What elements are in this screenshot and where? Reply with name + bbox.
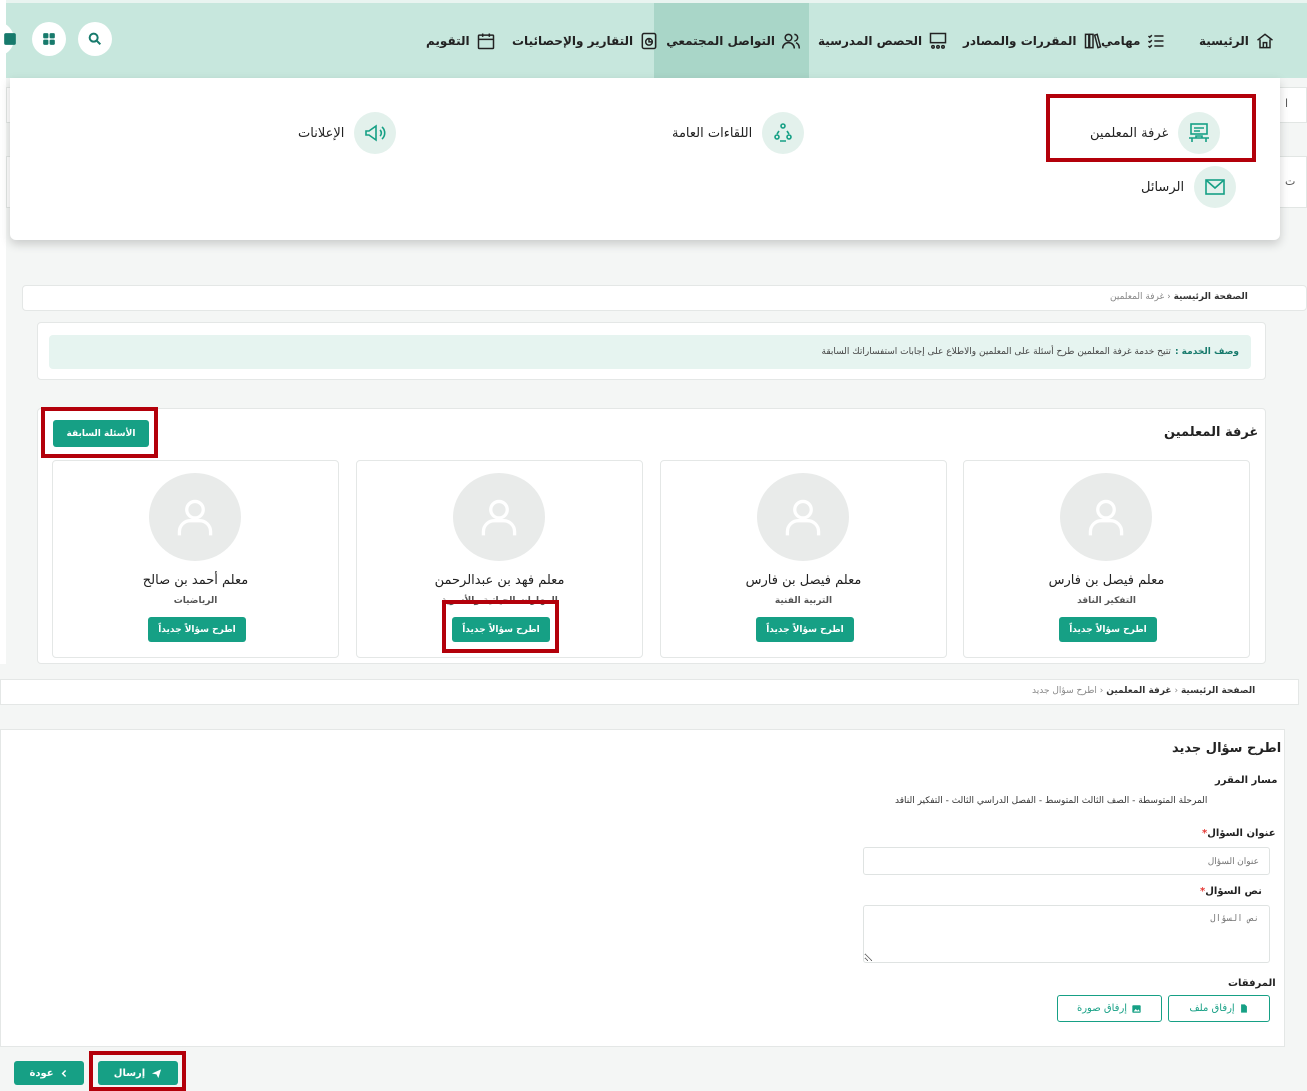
clipped-text: ا xyxy=(1285,97,1289,110)
user-square-icon xyxy=(0,32,17,46)
form-title: اطرح سؤال جديد xyxy=(1172,741,1282,756)
highlight-box xyxy=(41,407,158,458)
teacher-subject: التفكير الناقد xyxy=(1077,596,1136,606)
search-icon xyxy=(87,31,103,47)
nav-reports[interactable]: التقارير والإحصائيات xyxy=(512,3,659,78)
nav-reports-label: التقارير والإحصائيات xyxy=(512,33,634,48)
dropdown-item-announcements[interactable]: الإعلانات xyxy=(298,112,397,154)
breadcrumb: الصفحة الرئيسية ‹ غرفة المعلمين xyxy=(1110,292,1248,302)
course-path-value: المرحلة المتوسطة - الصف الثالث المتوسط -… xyxy=(895,796,1208,806)
classroom-icon xyxy=(928,31,948,51)
teacher-name: معلم فيصل بن فارس xyxy=(1048,573,1165,588)
nav-courses[interactable]: المقررات والمصادر xyxy=(963,3,1103,78)
apps-button[interactable] xyxy=(32,22,66,56)
books-icon xyxy=(1083,31,1103,51)
grid-icon xyxy=(42,32,56,46)
ask-question-button[interactable]: اطرح سؤالاً جديداً xyxy=(756,617,854,642)
question-title-input[interactable] xyxy=(863,847,1270,875)
dropdown-item-public-meetings[interactable]: اللقاءات العامة xyxy=(672,112,805,154)
nav-classes-label: الحصص المدرسية xyxy=(818,33,923,48)
ask-question-button[interactable]: اطرح سؤالاً جديداً xyxy=(148,617,246,642)
nav-social[interactable]: التواصل المجتمعي xyxy=(654,3,809,78)
avatar xyxy=(453,473,545,561)
avatar xyxy=(149,473,241,561)
teacher-card: معلم أحمد بن صالح الرياضيات اطرح سؤالاً … xyxy=(52,460,339,658)
nav-home-label: الرئيسية xyxy=(1199,33,1249,48)
home-icon xyxy=(1255,31,1275,51)
dropdown-item-messages[interactable]: الرسائل xyxy=(1141,166,1237,208)
user-placeholder-icon xyxy=(1084,495,1128,539)
messages-label: الرسائل xyxy=(1141,179,1185,195)
ask-question-button[interactable]: اطرح سؤالاً جديداً xyxy=(1059,617,1157,642)
attach-image-label: إرفاق صورة xyxy=(1076,1003,1128,1014)
breadcrumb-teachers-room[interactable]: غرفة المعلمين xyxy=(1106,686,1171,696)
attachments-label: المرفقات xyxy=(1228,978,1276,989)
clipped-text: ت xyxy=(1285,175,1296,188)
breadcrumb: الصفحة الرئيسية ‹ غرفة المعلمين ‹ اطرح س… xyxy=(1032,686,1255,696)
search-button[interactable] xyxy=(78,22,112,56)
envelope-icon xyxy=(1194,166,1237,208)
image-icon xyxy=(1131,1004,1142,1014)
highlight-box xyxy=(442,600,559,653)
teacher-subject: التربية الفنية xyxy=(774,596,833,606)
breadcrumb-current: اطرح سؤال جديد xyxy=(1032,686,1097,696)
nav-social-label: التواصل المجتمعي xyxy=(666,33,775,48)
description-text: تتيح خدمة غرفة المعلمين طرح أسئلة على ال… xyxy=(821,347,1171,357)
users-icon xyxy=(781,31,801,51)
calendar-icon xyxy=(476,31,496,51)
nav-tasks-label: مهامي xyxy=(1101,33,1141,48)
description-label: وصف الخدمة : xyxy=(1174,347,1239,357)
back-button[interactable]: عودة xyxy=(14,1061,84,1085)
teacher-card: معلم فيصل بن فارس التفكير الناقد اطرح سؤ… xyxy=(963,460,1250,658)
question-text-input[interactable] xyxy=(863,905,1270,963)
meeting-icon xyxy=(762,112,805,154)
avatar xyxy=(1060,473,1152,561)
avatar xyxy=(757,473,849,561)
report-icon xyxy=(639,31,659,51)
nav-calendar[interactable]: التقويم xyxy=(426,3,496,78)
megaphone-icon xyxy=(354,112,397,154)
question-text-label-text: نص السؤال xyxy=(1205,886,1262,897)
teacher-name: معلم أحمد بن صالح xyxy=(142,573,249,588)
nav-courses-label: المقررات والمصادر xyxy=(963,33,1077,48)
teacher-card: معلم فيصل بن فارس التربية الفنية اطرح سؤ… xyxy=(660,460,947,658)
teacher-name: معلم فيصل بن فارس xyxy=(745,573,862,588)
chevron-left-icon xyxy=(60,1069,69,1078)
question-text-label: نص السؤال* xyxy=(1200,886,1262,897)
breadcrumb-home[interactable]: الصفحة الرئيسية xyxy=(1181,686,1255,696)
file-icon xyxy=(1239,1003,1249,1014)
highlight-box xyxy=(1046,94,1256,162)
announcements-label: الإعلانات xyxy=(298,125,345,141)
teachers-room-title: غرفة المعلمين xyxy=(1164,425,1259,440)
attach-image-button[interactable]: إرفاق صورة xyxy=(1057,995,1162,1022)
breadcrumb-separator: ‹ xyxy=(1174,686,1179,696)
back-label: عودة xyxy=(29,1067,54,1079)
public-meetings-label: اللقاءات العامة xyxy=(672,125,753,141)
question-title-label: عنوان السؤال* xyxy=(1202,828,1276,839)
nav-calendar-label: التقويم xyxy=(426,33,470,48)
breadcrumb-separator: ‹ xyxy=(1167,292,1171,302)
service-description: وصف الخدمة : تتيح خدمة غرفة المعلمين طرح… xyxy=(49,335,1251,369)
user-placeholder-icon xyxy=(781,495,825,539)
list-check-icon xyxy=(1146,31,1166,51)
highlight-box xyxy=(89,1051,186,1091)
question-title-label-text: عنوان السؤال xyxy=(1207,828,1276,839)
user-placeholder-icon xyxy=(173,495,217,539)
attach-file-button[interactable]: إرفاق ملف xyxy=(1168,995,1270,1022)
nav-classes[interactable]: الحصص المدرسية xyxy=(818,3,948,78)
breadcrumb-home[interactable]: الصفحة الرئيسية xyxy=(1174,292,1248,302)
course-path-label: مسار المقرر xyxy=(1215,775,1278,786)
teacher-subject: الرياضيات xyxy=(173,596,218,606)
nav-home[interactable]: الرئيسية xyxy=(1199,3,1275,78)
user-placeholder-icon xyxy=(477,495,521,539)
breadcrumb-separator: ‹ xyxy=(1099,686,1104,696)
attach-file-label: إرفاق ملف xyxy=(1189,1003,1235,1014)
teacher-name: معلم فهد بن عبدالرحمن xyxy=(434,573,565,588)
nav-tasks[interactable]: مهامي xyxy=(1101,3,1166,78)
breadcrumb-current: غرفة المعلمين xyxy=(1110,292,1165,302)
